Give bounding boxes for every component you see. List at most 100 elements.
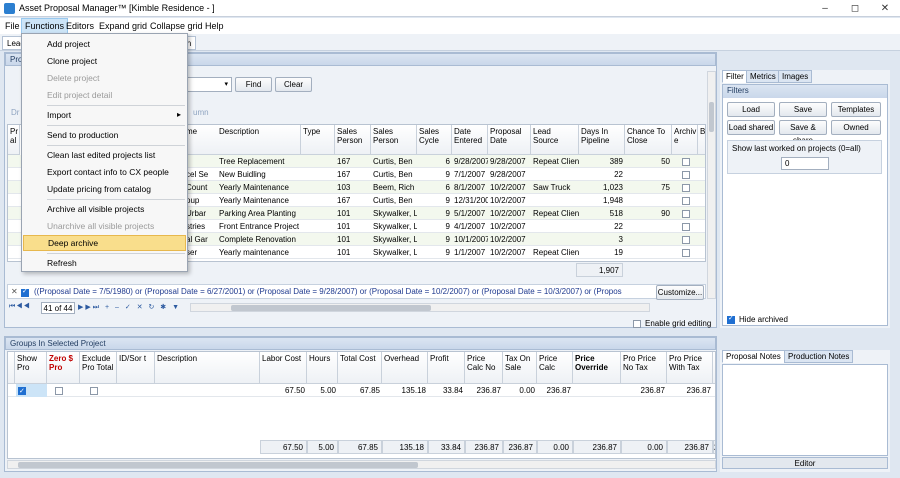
menu-item-clone-project[interactable]: Clone project [23,53,186,69]
groups-column-header[interactable]: Tax On Sale [503,352,537,384]
archive-checkbox[interactable] [680,207,692,220]
menu-item-send-to-production[interactable]: Send to production [23,127,186,143]
zero-pro-checkbox[interactable] [53,384,67,397]
table-cell: 10/2/2007 [490,183,526,192]
archive-checkbox[interactable] [680,181,692,194]
vscroll-thumb[interactable] [709,102,714,132]
groups-column-header[interactable]: Overhead [382,352,428,384]
column-header[interactable]: Days In Pipeline [579,125,625,155]
menu-item-add-project[interactable]: Add project [23,36,186,52]
menu-collapse-grid[interactable]: Collapse grid [147,18,206,34]
menu-item-archive-all-visible-projects[interactable]: Archive all visible projects [23,201,186,217]
last-worked-input[interactable]: 0 [781,157,829,170]
minimize-icon[interactable]: – [810,0,840,17]
hide-archived-checkbox[interactable] [727,314,735,324]
groups-column-header[interactable]: Show Pro [15,352,47,384]
hscroll-thumb[interactable] [231,305,431,311]
column-header[interactable]: Sales Person [335,125,371,155]
groups-grid: Show Pro Zero $ Pro Exclude Pro Total ID/So… [7,351,716,459]
table-cell: oup [186,196,200,205]
load-shared-button[interactable]: Load shared [727,120,775,135]
groups-column-header[interactable]: Hours [307,352,338,384]
maximize-icon[interactable]: ◻ [840,0,870,17]
archive-checkbox[interactable] [680,246,692,259]
customize-button[interactable]: Customize... [656,285,704,300]
groups-column-header[interactable]: Labor Cost [260,352,307,384]
exclude-pro-total-checkbox[interactable] [88,384,102,397]
tab-filter[interactable]: Filter [722,70,748,83]
show-pro-checkbox[interactable] [16,384,47,397]
notes-editor-area[interactable] [722,364,888,456]
column-header[interactable]: Proposal Date [488,125,531,155]
column-header[interactable]: Sales Cycle [417,125,452,155]
filter-expression[interactable]: ((Proposal Date = 7/5/1980) or (Proposal… [34,287,654,296]
column-header[interactable]: Chance To Close [625,125,672,155]
menu-item-update-pricing-from-catalog[interactable]: Update pricing from catalog [23,181,186,197]
tab-production-notes[interactable]: Production Notes [784,350,854,363]
column-header[interactable]: Description [217,125,301,155]
column-header[interactable]: Type [301,125,335,155]
filter-enabled-checkbox[interactable] [21,287,29,297]
menu-item-deep-archive[interactable]: Deep archive [23,235,186,251]
archive-checkbox[interactable] [680,168,692,181]
archive-checkbox[interactable] [680,220,692,233]
groups-column-header[interactable]: Profit [428,352,465,384]
nav-first-prev-icon[interactable]: ⏮◀◀ [9,303,31,311]
groups-column-header[interactable]: Pro Price No Tax [621,352,667,384]
groups-cell: 5.00 [320,386,336,395]
owned-button[interactable]: Owned [831,120,881,135]
find-button[interactable]: Find [235,77,272,92]
clear-button[interactable]: Clear [275,77,312,92]
groups-column-header[interactable]: Description [155,352,260,384]
groups-column-header[interactable]: Pro Price With Tax [667,352,713,384]
groups-column-header[interactable]: Zero $ Pro [47,352,80,384]
archive-checkbox[interactable] [680,194,692,207]
projects-hscroll[interactable] [190,303,650,312]
groups-hscroll-thumb[interactable] [18,462,418,468]
table-row[interactable]: 67.50 5.00 67.85 135.18 33.84 236.87 0.00 236.8… [8,384,715,397]
column-header[interactable]: me [184,125,218,155]
menu-functions[interactable]: Functions [21,18,69,34]
save-button[interactable]: Save [779,102,827,117]
search-combo[interactable]: ▾ [185,77,232,92]
enable-editing-checkbox[interactable] [633,319,641,328]
tab-metrics[interactable]: Metrics [746,70,780,83]
menu-file[interactable]: File [2,18,23,34]
menu-item-import[interactable]: Import ▸ [23,107,186,123]
tab-images[interactable]: Images [778,70,813,83]
column-header[interactable]: Date Entered [452,125,488,155]
column-header[interactable]: Pr al [8,125,20,155]
projects-vscroll[interactable] [707,71,716,299]
groups-column-header[interactable]: ID/Sor t [117,352,155,384]
menu-help[interactable]: Help [202,18,227,34]
groups-column-header[interactable]: Price Override [573,352,621,384]
nav-next-last-icon[interactable]: ▶▶⏭ + – ✓ ✕ ↻ ✱ ▼ [78,303,181,312]
groups-column-header[interactable]: Price Calc No [465,352,503,384]
column-header[interactable]: Lead Source [531,125,579,155]
column-header[interactable]: Sales Person [371,125,417,155]
close-filter-icon[interactable]: ✕ [11,287,18,296]
menu-item-refresh[interactable]: Refresh [23,255,186,271]
menu-editors[interactable]: Editors [63,18,97,34]
table-cell: 6 [445,157,450,166]
archive-checkbox[interactable] [680,233,692,246]
groups-hscroll[interactable] [7,460,716,469]
menu-expand-grid[interactable]: Expand grid [96,18,150,34]
groups-column-header[interactable]: Exclude Pro Total [80,352,117,384]
save-share-button[interactable]: Save & share [779,120,827,145]
close-icon[interactable]: ✕ [870,0,900,17]
templates-button[interactable]: Templates [831,102,881,117]
groups-column-header[interactable]: Gi M [713,352,715,384]
groups-column-header[interactable]: Price Calc [537,352,573,384]
column-header[interactable]: Archiv e [672,125,698,155]
groups-column-header[interactable]: Total Cost [338,352,382,384]
menu-item-clean-last-edited-projects-list[interactable]: Clean last edited projects list [23,147,186,163]
load-button[interactable]: Load [727,102,775,117]
menu-item-export-contact-info-to-cx-people[interactable]: Export contact info to CX people [23,164,186,180]
editor-button[interactable]: Editor [722,457,888,469]
tab-proposal-notes[interactable]: Proposal Notes [722,350,785,363]
table-cell: 5/1/2007 [454,209,486,218]
archive-checkbox[interactable] [680,155,692,168]
table-cell: 50 [661,157,670,166]
column-header[interactable]: Bic [698,125,705,155]
